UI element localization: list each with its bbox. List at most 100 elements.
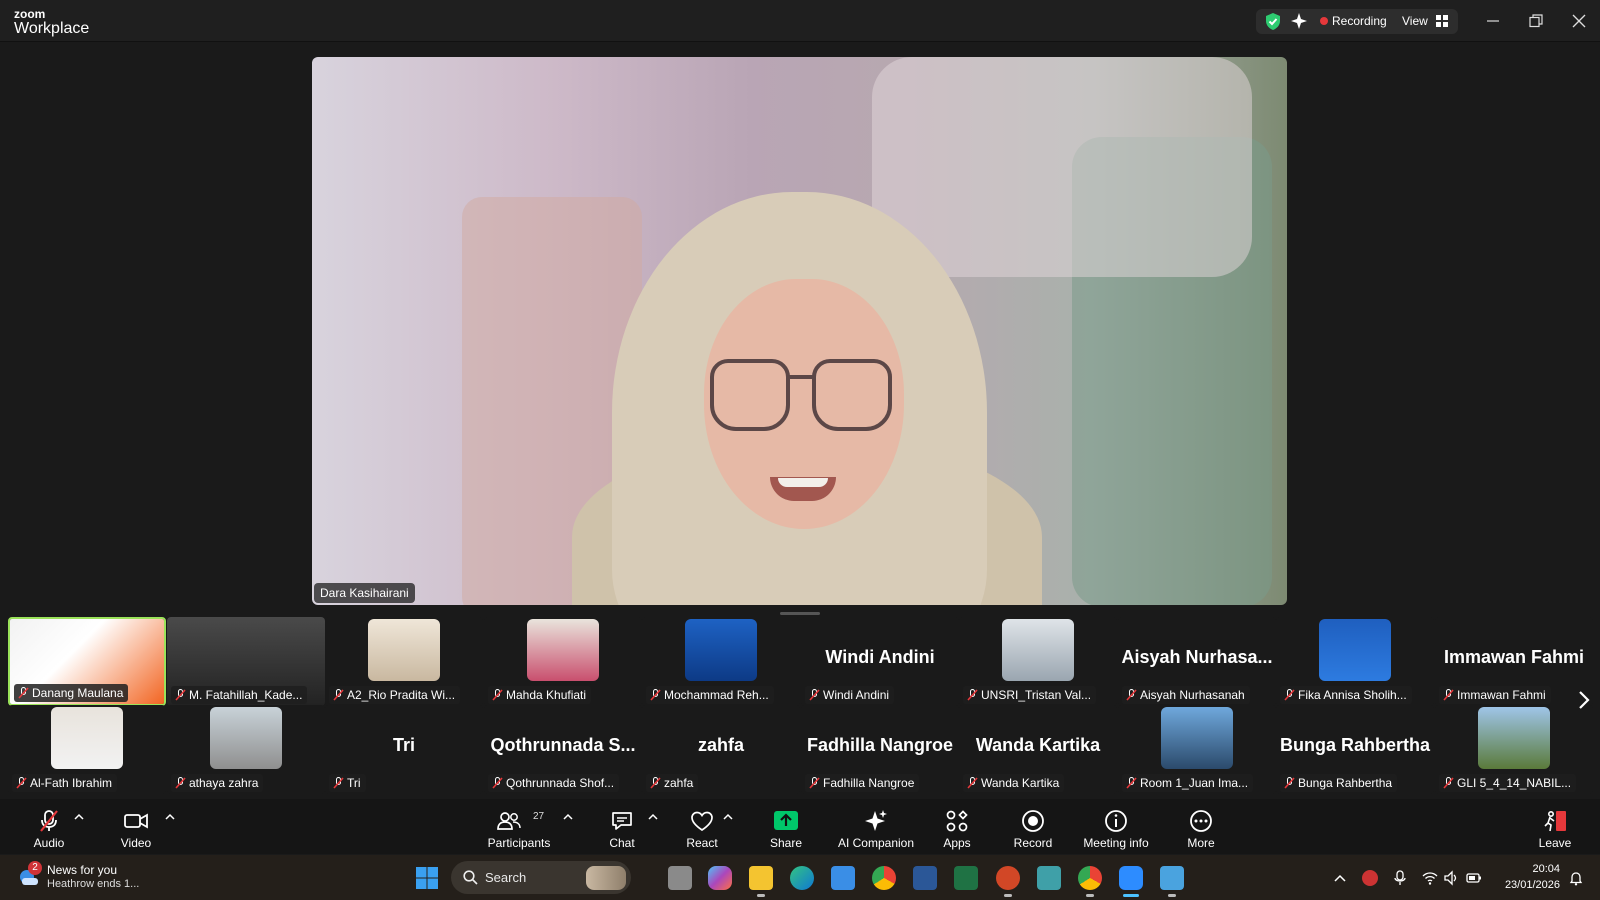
news-badge: 2 xyxy=(28,861,42,875)
participant-tile[interactable]: zahfa zahfa xyxy=(642,705,800,794)
notification-bell-icon[interactable] xyxy=(1568,870,1584,886)
chat-button[interactable]: Chat xyxy=(597,799,647,854)
participants-options-chevron-icon[interactable] xyxy=(563,813,573,821)
participant-video-thumbnail xyxy=(51,707,123,769)
video-options-chevron-icon[interactable] xyxy=(165,813,175,821)
participant-tile[interactable]: Mochammad Reh... xyxy=(642,617,800,706)
participant-tile[interactable]: Windi Andini Windi Andini xyxy=(801,617,959,706)
wifi-icon[interactable] xyxy=(1422,870,1438,886)
news-subtitle[interactable]: Heathrow ends 1... xyxy=(47,878,139,890)
notepad-icon[interactable] xyxy=(1160,866,1184,897)
participant-video-thumbnail xyxy=(210,707,282,769)
record-label: Record xyxy=(1013,836,1053,850)
participant-tile[interactable]: Al-Fath Ibrahim xyxy=(8,705,166,794)
video-camera-icon xyxy=(124,813,148,829)
participant-tile[interactable]: Immawan Fahmi Immawan Fahmi xyxy=(1435,617,1593,706)
participant-tile[interactable]: A2_Rio Pradita Wi... xyxy=(325,617,483,706)
magnifier-search-app-icon[interactable] xyxy=(1037,866,1061,890)
ai-companion-button[interactable]: AI Companion xyxy=(836,799,916,854)
participant-tile[interactable]: Wanda Kartika Wanda Kartika xyxy=(959,705,1117,794)
participant-name-text: Tri xyxy=(347,776,361,790)
chrome-icon[interactable] xyxy=(872,866,896,890)
heart-icon xyxy=(691,811,713,832)
participant-display-name: Immawan Fahmi xyxy=(1443,647,1585,667)
leave-button[interactable]: Leave xyxy=(1530,799,1580,854)
zoom-app-icon[interactable] xyxy=(1119,866,1143,897)
grid-view-icon[interactable] xyxy=(1436,15,1448,27)
participant-tile[interactable]: Mahda Khufiati xyxy=(484,617,642,706)
participant-tile[interactable]: Room 1_Juan Ima... xyxy=(1118,705,1276,794)
edge-browser-icon[interactable] xyxy=(790,866,814,890)
participant-tile[interactable]: UNSRI_Tristan Val... xyxy=(959,617,1117,706)
audio-button[interactable]: Audio xyxy=(24,799,74,854)
glasses-bridge xyxy=(786,375,816,379)
volume-icon[interactable] xyxy=(1443,870,1459,886)
participant-tile[interactable]: M. Fatahillah_Kade... xyxy=(167,617,325,706)
chat-options-chevron-icon[interactable] xyxy=(648,813,658,821)
search-placeholder: Search xyxy=(485,870,527,885)
participant-tile[interactable]: Tri Tri xyxy=(325,705,483,794)
file-explorer-icon[interactable] xyxy=(749,866,773,897)
windows-start-icon[interactable] xyxy=(416,867,438,889)
gallery-next-icon[interactable] xyxy=(1574,687,1594,713)
powerpoint-icon[interactable] xyxy=(996,866,1020,897)
mic-muted-icon xyxy=(175,777,186,789)
participant-tile[interactable]: Aisyah Nurhasa... Aisyah Nurhasanah xyxy=(1118,617,1276,706)
record-button[interactable]: Record xyxy=(1006,799,1060,854)
mic-muted-icon xyxy=(333,689,344,701)
resize-handle[interactable] xyxy=(780,612,820,615)
show-hidden-icons-chevron-icon[interactable] xyxy=(1332,870,1348,886)
audio-options-chevron-icon[interactable] xyxy=(74,813,84,821)
apps-button[interactable]: Apps xyxy=(932,799,982,854)
share-button[interactable]: Share xyxy=(760,799,812,854)
ai-companion-label: AI Companion xyxy=(837,836,915,850)
react-button[interactable]: React xyxy=(677,799,727,854)
participant-tile[interactable]: Bunga Rahbertha Bunga Rahbertha xyxy=(1276,705,1434,794)
participants-button[interactable]: Participants xyxy=(483,799,555,854)
copilot-icon[interactable] xyxy=(708,866,732,890)
clock-time[interactable]: 20:04 xyxy=(1500,863,1560,875)
microsoft-store-icon[interactable] xyxy=(831,866,855,890)
clock-date[interactable]: 23/01/2026 xyxy=(1490,879,1560,891)
recording-label[interactable]: Recording xyxy=(1332,14,1387,28)
participant-tile[interactable]: Qothrunnada S... Qothrunnada Shof... xyxy=(484,705,642,794)
view-button[interactable]: View xyxy=(1402,14,1428,28)
minimize-button[interactable] xyxy=(1478,8,1508,34)
leave-label: Leave xyxy=(1538,836,1572,850)
mic-in-use-icon[interactable] xyxy=(1392,870,1408,886)
participant-tile[interactable]: Fadhilla Nangroe Fadhilla Nangroe xyxy=(801,705,959,794)
brand-top: zoom xyxy=(14,7,46,21)
app-logo: zoom Workplace xyxy=(14,8,89,37)
participant-name-text: Room 1_Juan Ima... xyxy=(1140,776,1249,790)
more-button[interactable]: More xyxy=(1176,799,1226,854)
participant-tile[interactable]: athaya zahra xyxy=(167,705,325,794)
word-icon[interactable] xyxy=(913,866,937,890)
leave-door-icon xyxy=(1544,810,1566,832)
active-speaker-video[interactable]: Dara Kasihairani xyxy=(312,57,1287,605)
participant-display-name: Qothrunnada S... xyxy=(490,735,636,755)
task-view-icon[interactable] xyxy=(668,866,692,890)
close-button[interactable] xyxy=(1564,8,1594,34)
restore-button[interactable] xyxy=(1521,8,1551,34)
mic-muted-icon xyxy=(650,689,661,701)
participant-display-name: zahfa xyxy=(697,735,744,755)
participant-tile[interactable]: GLI 5_4_14_NABIL... xyxy=(1435,705,1593,794)
meeting-info-button[interactable]: Meeting info xyxy=(1080,799,1152,854)
react-options-chevron-icon[interactable] xyxy=(723,813,733,821)
participant-name-text: Danang Maulana xyxy=(32,686,124,700)
news-title[interactable]: News for you xyxy=(47,863,117,877)
taskbar-search[interactable]: Search xyxy=(451,861,631,894)
security-shield-icon[interactable] xyxy=(1264,12,1282,31)
speaker-teeth xyxy=(778,478,828,487)
tray-app-icon[interactable] xyxy=(1362,870,1378,886)
participant-tile[interactable]: Fika Annisa Sholih... xyxy=(1276,617,1434,706)
participants-label: Participants xyxy=(487,836,551,850)
ai-sparkle-icon[interactable] xyxy=(1290,12,1308,30)
participant-name-text: Mahda Khufiati xyxy=(506,688,587,702)
battery-icon[interactable] xyxy=(1466,870,1482,886)
excel-icon[interactable] xyxy=(954,866,978,890)
participant-tile[interactable]: Danang Maulana xyxy=(8,617,166,706)
video-button[interactable]: Video xyxy=(111,799,161,854)
participant-display-name: Aisyah Nurhasa... xyxy=(1121,647,1273,667)
chrome-profile-icon[interactable] xyxy=(1078,866,1102,897)
